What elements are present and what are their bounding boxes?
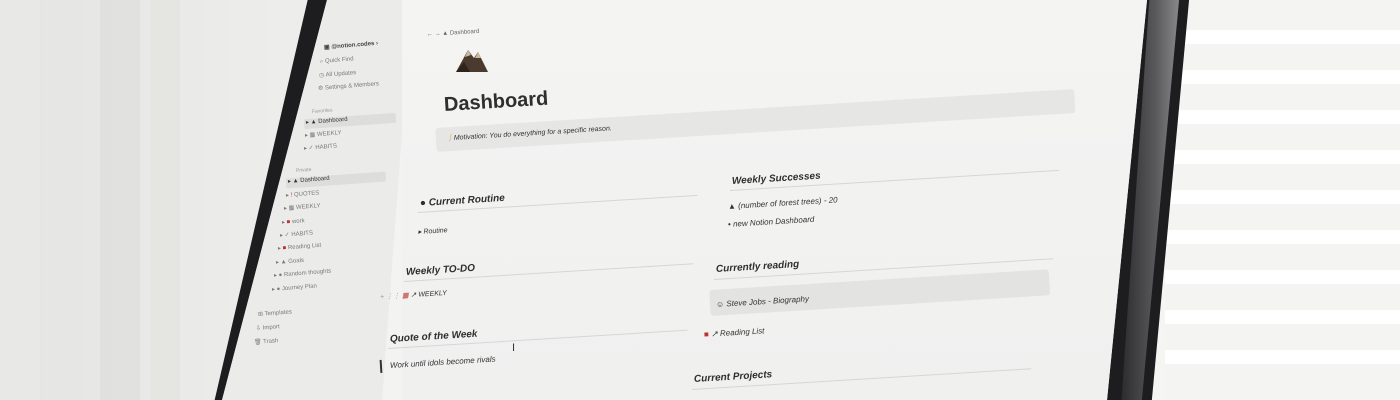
forward-arrow-icon[interactable]: →: [434, 31, 440, 37]
window-blinds: [1165, 0, 1400, 400]
callout-text: Motivation: You do everything for a spec…: [453, 125, 613, 142]
plus-icon[interactable]: +: [380, 294, 385, 301]
book-icon: ■: [282, 245, 287, 252]
mountain-icon: [456, 50, 488, 72]
trash-icon: 🗑: [253, 339, 262, 346]
car-icon: ●: [276, 286, 281, 293]
calendar-icon: ▦: [309, 132, 316, 139]
page-icon-mountain[interactable]: [454, 44, 490, 81]
quote-bar: [379, 359, 383, 373]
wall-background: [0, 0, 40, 400]
link-arrow-icon: ↗: [710, 329, 719, 339]
import-icon: ⇩: [255, 325, 262, 332]
back-arrow-icon[interactable]: ←: [427, 32, 433, 38]
notion-app-window: ▣ @notion.codes › ⌕ Quick Find ◷ All Upd…: [222, 0, 1147, 400]
sidebar: [222, 0, 412, 400]
person-emoji-icon: ☺: [715, 299, 725, 309]
calendar-icon: ▦: [401, 292, 409, 300]
check-icon: ✓: [284, 232, 290, 239]
text-cursor-icon: I: [512, 342, 516, 354]
wall-pipe: [150, 0, 180, 400]
work-icon: ■: [286, 219, 291, 226]
lightbulb-icon: ⏐: [447, 135, 453, 143]
link-arrow-icon: ↗: [410, 291, 417, 300]
mountain-icon: ▲: [280, 259, 287, 266]
tree-icon: ▲: [727, 201, 737, 211]
exclamation-icon: !: [290, 192, 293, 199]
calendar-icon: ▦: [288, 205, 295, 212]
toggle-triangle-icon: ▸: [417, 228, 422, 236]
templates-icon: ⊞: [257, 311, 264, 318]
mountain-icon: ▲: [310, 119, 317, 126]
thought-icon: ●: [278, 272, 283, 279]
book-icon: ■: [703, 329, 710, 339]
wall-pipe: [100, 0, 140, 400]
check-icon: ✓: [308, 145, 314, 152]
private-section-label: Private: [295, 166, 312, 174]
clock-icon: ◷: [318, 72, 325, 79]
drag-handle-icon[interactable]: ⋮⋮: [386, 293, 400, 301]
bullet-icon: •: [727, 219, 732, 229]
gear-icon: ⚙: [317, 85, 324, 92]
search-icon: ⌕: [319, 58, 324, 65]
globe-icon: ●: [419, 197, 427, 209]
mountain-icon: ▲: [292, 178, 299, 185]
mountain-icon: ▲: [442, 30, 449, 38]
